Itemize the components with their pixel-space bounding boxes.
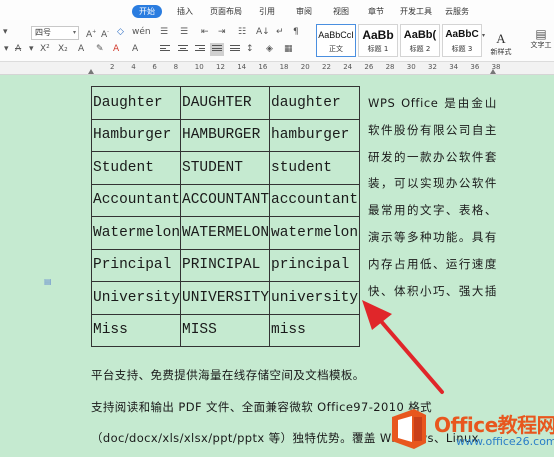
arrow-head <box>362 300 392 330</box>
office-logo-icon <box>392 409 426 449</box>
arrow-shaft <box>378 318 444 394</box>
watermark-title: Office教程网 <box>434 413 554 437</box>
watermark-url: www.office26.com <box>456 435 554 448</box>
watermark: Office教程网 www.office26.com <box>388 403 554 457</box>
red-arrow-annotation <box>362 300 444 394</box>
